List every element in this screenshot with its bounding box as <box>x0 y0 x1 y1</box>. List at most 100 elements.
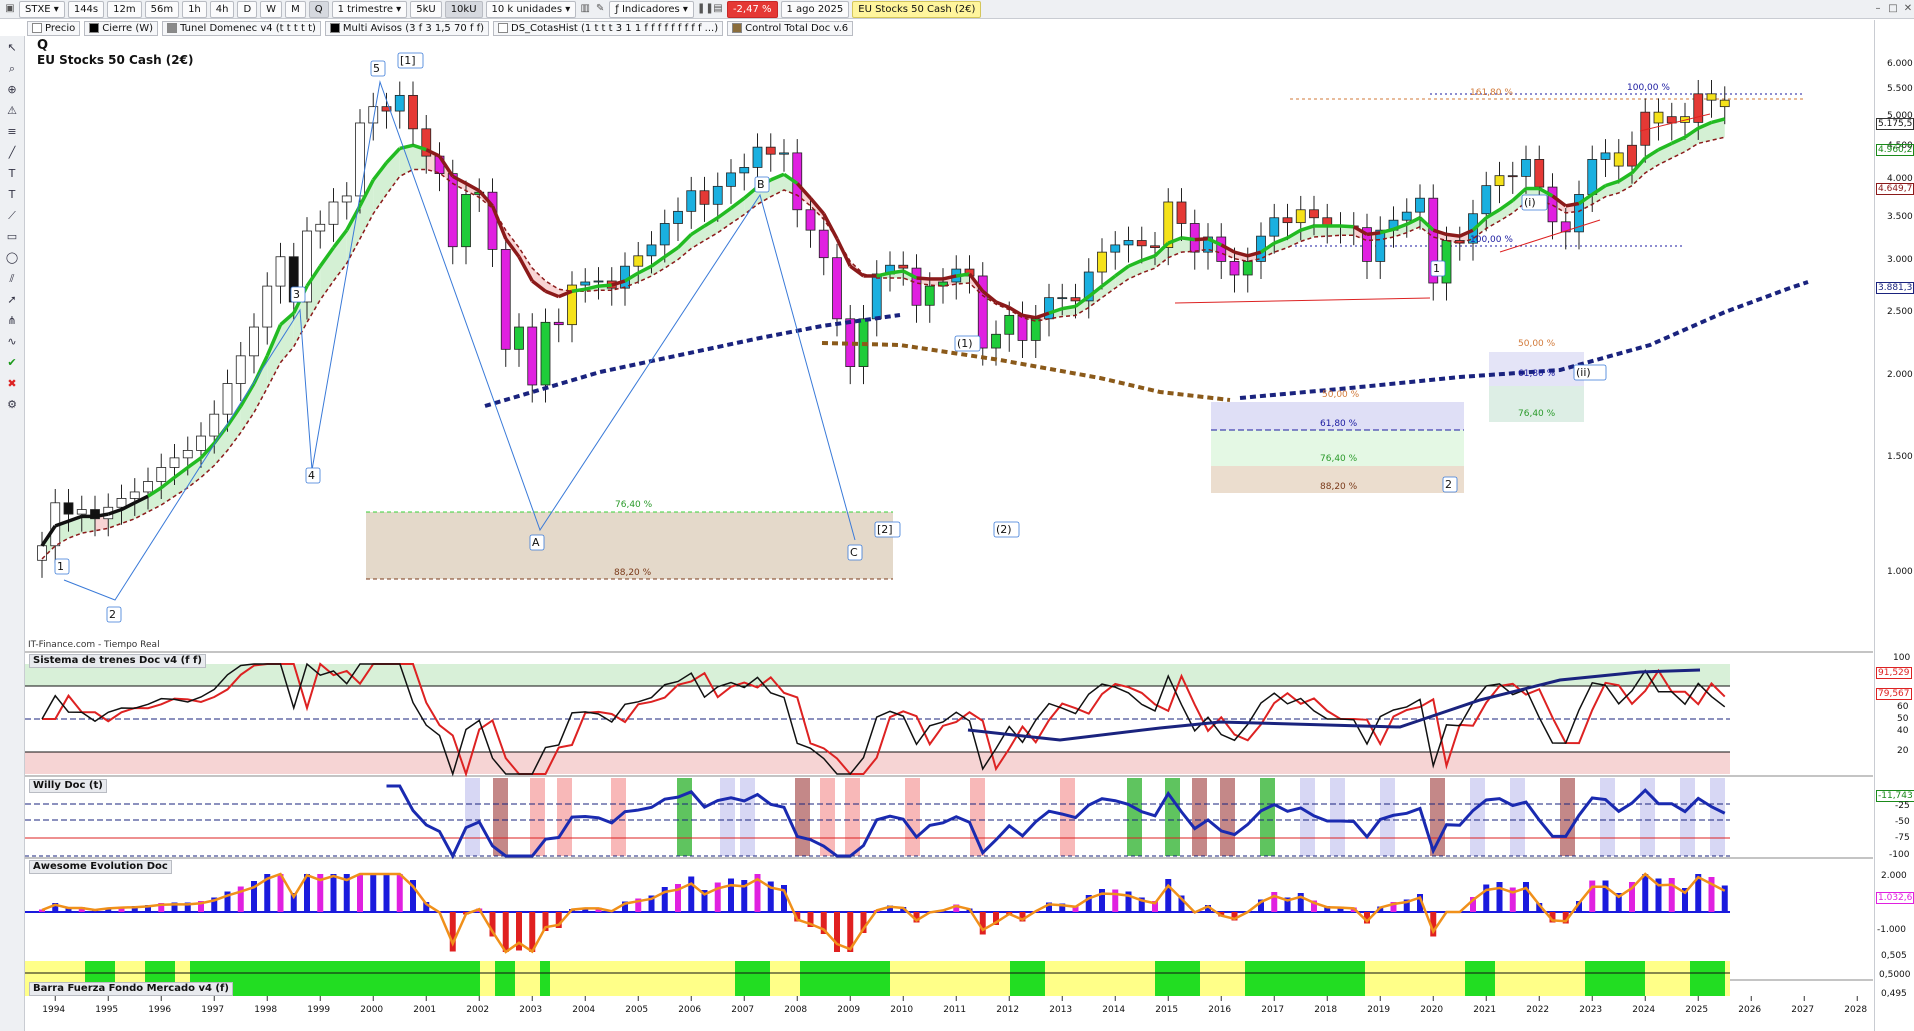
right-axis[interactable]: 6.000 5.500 5.000 4.500 4.000 3.500 3.000 2.500… <box>1874 20 1914 1031</box>
green-ma-segment <box>1340 224 1354 229</box>
panel-title-willy[interactable]: Willy Doc (t) <box>29 779 107 793</box>
green-ma-segment <box>1061 304 1076 311</box>
x-tick-label: 1994 <box>42 1005 65 1015</box>
fib-label: 50,00 % <box>1518 339 1556 349</box>
wave-label: (2) <box>996 523 1012 536</box>
fuerza-segment <box>540 961 550 996</box>
candle <box>1507 175 1518 178</box>
x-tick-label: 2011 <box>943 1005 966 1015</box>
candle <box>673 210 683 224</box>
wave-label: 5 <box>373 62 380 75</box>
willy-band <box>1600 778 1615 856</box>
candle <box>527 326 538 386</box>
chart-canvas[interactable]: 1 2 3 4 5 [1] A B C [2] (1) (2) 1 2 (i) (ii) 76,40 % 88,2… <box>0 0 1914 1031</box>
willy-axis-75: -75 <box>1895 833 1910 843</box>
panel-title-trenes[interactable]: Sistema de trenes Doc v4 (f f) <box>29 654 206 668</box>
willy-band <box>795 778 810 856</box>
wave-label: 4 <box>308 469 315 482</box>
fuerza-axis-0505: 0,505 <box>1881 951 1907 961</box>
green-ma-segment <box>598 283 612 288</box>
fib-label: 76,40 % <box>1518 409 1556 419</box>
candle <box>129 491 140 499</box>
candle <box>408 94 418 130</box>
fuerza-segment <box>1155 961 1200 996</box>
panel-title-fuerza[interactable]: Barra Fuerza Fondo Mercado v4 (f) <box>29 982 233 996</box>
candle <box>209 413 220 437</box>
x-tick-label: 2003 <box>519 1005 542 1015</box>
price-panel <box>25 36 1873 651</box>
willy-band <box>1260 778 1275 856</box>
candle <box>1057 297 1068 300</box>
trenes-axis-60: 60 <box>1897 702 1909 712</box>
x-tick-label: 1997 <box>201 1005 224 1015</box>
panel-trenes <box>25 662 1730 778</box>
candle <box>765 146 776 155</box>
candle <box>76 509 87 515</box>
awesome-bar <box>1668 878 1675 912</box>
trenes-badge-2: 79,567 <box>1876 688 1912 700</box>
candle <box>699 190 710 205</box>
green-ma-segment <box>916 276 930 281</box>
awesome-bar <box>370 874 377 912</box>
candle <box>1653 111 1664 124</box>
candle <box>991 333 1001 349</box>
fuerza-segment <box>190 961 480 996</box>
willy-band <box>1470 778 1485 856</box>
fuerza-segment <box>770 961 800 996</box>
x-tick-label: 2019 <box>1367 1005 1390 1015</box>
wave-label: (1) <box>957 337 973 350</box>
willy-band <box>720 778 735 856</box>
x-tick-label: 2005 <box>625 1005 648 1015</box>
price-badge-red-ma: 4.649,7 <box>1876 183 1914 195</box>
x-tick-label: 2024 <box>1632 1005 1655 1015</box>
x-tick-label: 2001 <box>413 1005 436 1015</box>
candle <box>1627 144 1637 167</box>
candle <box>726 172 736 187</box>
awesome-axis-neg1000: -1.000 <box>1877 925 1907 935</box>
panel-title-awesome[interactable]: Awesome Evolution Doc <box>29 860 172 874</box>
x-tick-label: 2027 <box>1791 1005 1814 1015</box>
awesome-bar <box>357 874 363 912</box>
candle <box>355 122 365 197</box>
candle <box>1415 197 1425 213</box>
willy-band <box>740 778 755 856</box>
candle <box>275 256 286 287</box>
candle <box>169 457 180 468</box>
fuerza-segment <box>515 961 540 996</box>
candle <box>1534 159 1545 188</box>
candle <box>143 481 153 493</box>
awesome-bar <box>330 874 337 912</box>
candle <box>394 94 405 112</box>
awesome-axis-2000: 2.000 <box>1881 871 1907 881</box>
wave-label: [1] <box>400 54 416 67</box>
price-axis-label: 1.000 <box>1887 566 1913 577</box>
x-tick-label: 2002 <box>466 1005 489 1015</box>
candle <box>924 285 935 306</box>
green-ma-segment <box>1181 236 1195 242</box>
candle <box>1030 318 1041 341</box>
awesome-bar <box>383 874 390 912</box>
fuerza-segment <box>1365 961 1465 996</box>
candle <box>1282 217 1293 224</box>
candle <box>1494 175 1505 187</box>
willy-band <box>1300 778 1315 856</box>
wave-label: 1 <box>1433 262 1440 275</box>
x-tick-label: 2007 <box>731 1005 754 1015</box>
x-tick-label: 1998 <box>254 1005 277 1015</box>
willy-band <box>1680 778 1695 856</box>
fuerza-axis-0495: 0,495 <box>1881 989 1907 999</box>
candle <box>1070 297 1081 302</box>
price-axis-label: 2.500 <box>1887 307 1913 318</box>
candle <box>341 195 352 203</box>
candle <box>1587 159 1598 195</box>
fuerza-segment <box>800 961 890 996</box>
willy-axis-25: -25 <box>1895 801 1910 811</box>
candle <box>752 146 763 168</box>
candle <box>1123 240 1134 246</box>
candle <box>540 321 551 386</box>
candle <box>447 173 458 248</box>
candle <box>646 244 657 257</box>
green-ma-segment <box>1446 232 1460 238</box>
x-tick-label: 2020 <box>1420 1005 1443 1015</box>
candle <box>553 321 564 326</box>
